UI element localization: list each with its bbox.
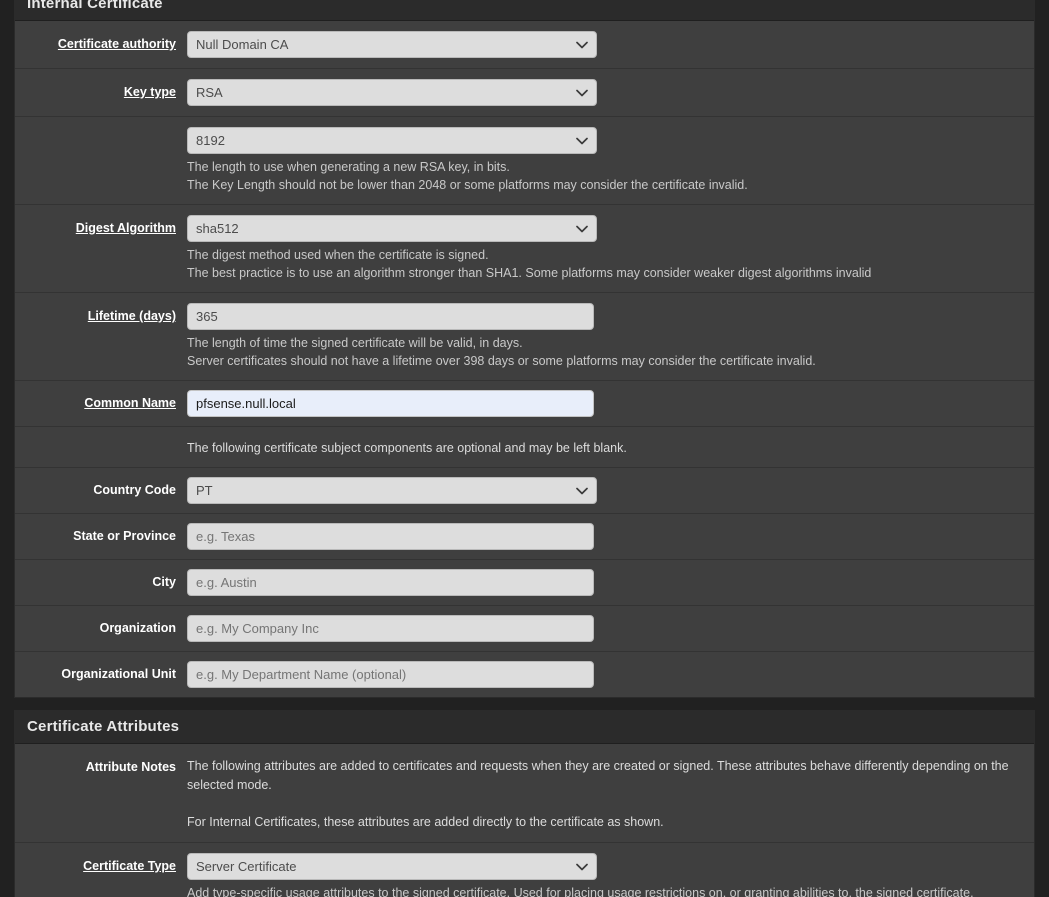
label-key-type[interactable]: Key type bbox=[15, 79, 187, 100]
control-country-code: PT bbox=[187, 477, 1034, 504]
label-common-name[interactable]: Common Name bbox=[15, 390, 187, 411]
chevron-down-icon bbox=[576, 854, 588, 879]
control-lifetime-days: The length of time the signed certificat… bbox=[187, 303, 1034, 370]
control-certificate-type: Server Certificate Add type-specific usa… bbox=[187, 853, 1034, 897]
control-city bbox=[187, 569, 1034, 596]
input-lifetime-days[interactable] bbox=[187, 303, 594, 330]
control-digest-algorithm: sha512 The digest method used when the c… bbox=[187, 215, 1034, 282]
select-country-code[interactable]: PT bbox=[187, 477, 597, 504]
select-digest-algorithm[interactable]: sha512 bbox=[187, 215, 597, 242]
internal-certificate-body: Certificate authority Null Domain CA Key… bbox=[15, 21, 1034, 697]
label-country-code: Country Code bbox=[93, 483, 176, 497]
label-attribute-notes: Attribute Notes bbox=[85, 760, 176, 774]
control-certificate-authority: Null Domain CA bbox=[187, 31, 1034, 58]
help-lifetime-days-line2: Server certificates should not have a li… bbox=[187, 354, 816, 368]
input-state-or-province[interactable] bbox=[187, 523, 594, 550]
input-city[interactable] bbox=[187, 569, 594, 596]
select-certificate-type-value: Server Certificate bbox=[196, 859, 297, 874]
panel-title-certificate-attributes: Certificate Attributes bbox=[15, 711, 1034, 744]
row-certificate-type: Certificate Type Server Certificate Add … bbox=[15, 843, 1034, 897]
input-organizational-unit[interactable] bbox=[187, 661, 594, 688]
chevron-down-icon bbox=[576, 32, 588, 57]
select-key-type[interactable]: RSA bbox=[187, 79, 597, 106]
chevron-down-icon bbox=[576, 216, 588, 241]
help-lifetime-days-line1: The length of time the signed certificat… bbox=[187, 336, 523, 350]
control-key-length: 8192 The length to use when generating a… bbox=[187, 127, 1034, 194]
row-city: City bbox=[15, 560, 1034, 606]
page-root: Internal Certificate Certificate authori… bbox=[0, 0, 1049, 897]
row-key-length: 8192 The length to use when generating a… bbox=[15, 117, 1034, 205]
row-common-name: Common Name bbox=[15, 381, 1034, 427]
select-key-type-value: RSA bbox=[196, 85, 223, 100]
label-key-length bbox=[15, 127, 187, 133]
attribute-notes-paragraph-1: The following attributes are added to ce… bbox=[187, 759, 1009, 792]
panel-gap bbox=[14, 698, 1035, 710]
select-certificate-authority-value: Null Domain CA bbox=[196, 37, 289, 52]
row-state-or-province: State or Province bbox=[15, 514, 1034, 560]
select-key-length-value: 8192 bbox=[196, 133, 225, 148]
help-digest-algorithm-line2: The best practice is to use an algorithm… bbox=[187, 266, 872, 280]
attribute-notes-text: The following attributes are added to ce… bbox=[187, 754, 1020, 832]
certificate-attributes-body: Attribute Notes The following attributes… bbox=[15, 744, 1034, 897]
input-organization[interactable] bbox=[187, 615, 594, 642]
help-key-length-line2: The Key Length should not be lower than … bbox=[187, 178, 748, 192]
row-subject-note: The following certificate subject compon… bbox=[15, 427, 1034, 468]
select-digest-algorithm-value: sha512 bbox=[196, 221, 239, 236]
chevron-down-icon bbox=[576, 128, 588, 153]
label-certificate-authority[interactable]: Certificate authority bbox=[15, 31, 187, 52]
control-key-type: RSA bbox=[187, 79, 1034, 106]
row-country-code: Country Code PT bbox=[15, 468, 1034, 514]
text-subject-note: The following certificate subject compon… bbox=[187, 441, 627, 455]
row-certificate-authority: Certificate authority Null Domain CA bbox=[15, 21, 1034, 69]
label-city: City bbox=[152, 575, 176, 589]
label-organizational-unit: Organizational Unit bbox=[61, 667, 176, 681]
row-organizational-unit: Organizational Unit bbox=[15, 652, 1034, 697]
row-lifetime-days: Lifetime (days) The length of time the s… bbox=[15, 293, 1034, 381]
subject-note-spacer bbox=[15, 437, 187, 457]
control-attribute-notes: The following attributes are added to ce… bbox=[187, 754, 1034, 832]
chevron-down-icon bbox=[576, 478, 588, 503]
control-state-or-province bbox=[187, 523, 1034, 550]
control-organization bbox=[187, 615, 1034, 642]
panel-internal-certificate: Internal Certificate Certificate authori… bbox=[14, 0, 1035, 698]
control-common-name bbox=[187, 390, 1034, 417]
label-lifetime-days[interactable]: Lifetime (days) bbox=[15, 303, 187, 324]
select-certificate-type[interactable]: Server Certificate bbox=[187, 853, 597, 880]
label-state-or-province: State or Province bbox=[73, 529, 176, 543]
help-key-length-line1: The length to use when generating a new … bbox=[187, 160, 510, 174]
panel-certificate-attributes: Certificate Attributes Attribute Notes T… bbox=[14, 710, 1035, 897]
help-digest-algorithm-line1: The digest method used when the certific… bbox=[187, 248, 489, 262]
help-certificate-type: Add type-specific usage attributes to th… bbox=[187, 886, 974, 897]
attribute-notes-paragraph-2: For Internal Certificates, these attribu… bbox=[187, 815, 664, 829]
row-attribute-notes: Attribute Notes The following attributes… bbox=[15, 744, 1034, 843]
control-organizational-unit bbox=[187, 661, 1034, 688]
panel-title-internal-certificate: Internal Certificate bbox=[15, 0, 1034, 21]
chevron-down-icon bbox=[576, 80, 588, 105]
label-digest-algorithm[interactable]: Digest Algorithm bbox=[15, 215, 187, 236]
select-country-code-value: PT bbox=[196, 483, 213, 498]
select-certificate-authority[interactable]: Null Domain CA bbox=[187, 31, 597, 58]
row-key-type: Key type RSA bbox=[15, 69, 1034, 117]
row-organization: Organization bbox=[15, 606, 1034, 652]
input-common-name[interactable] bbox=[187, 390, 594, 417]
label-organization: Organization bbox=[99, 621, 176, 635]
select-key-length[interactable]: 8192 bbox=[187, 127, 597, 154]
row-digest-algorithm: Digest Algorithm sha512 The digest metho… bbox=[15, 205, 1034, 293]
label-certificate-type[interactable]: Certificate Type bbox=[15, 853, 187, 874]
